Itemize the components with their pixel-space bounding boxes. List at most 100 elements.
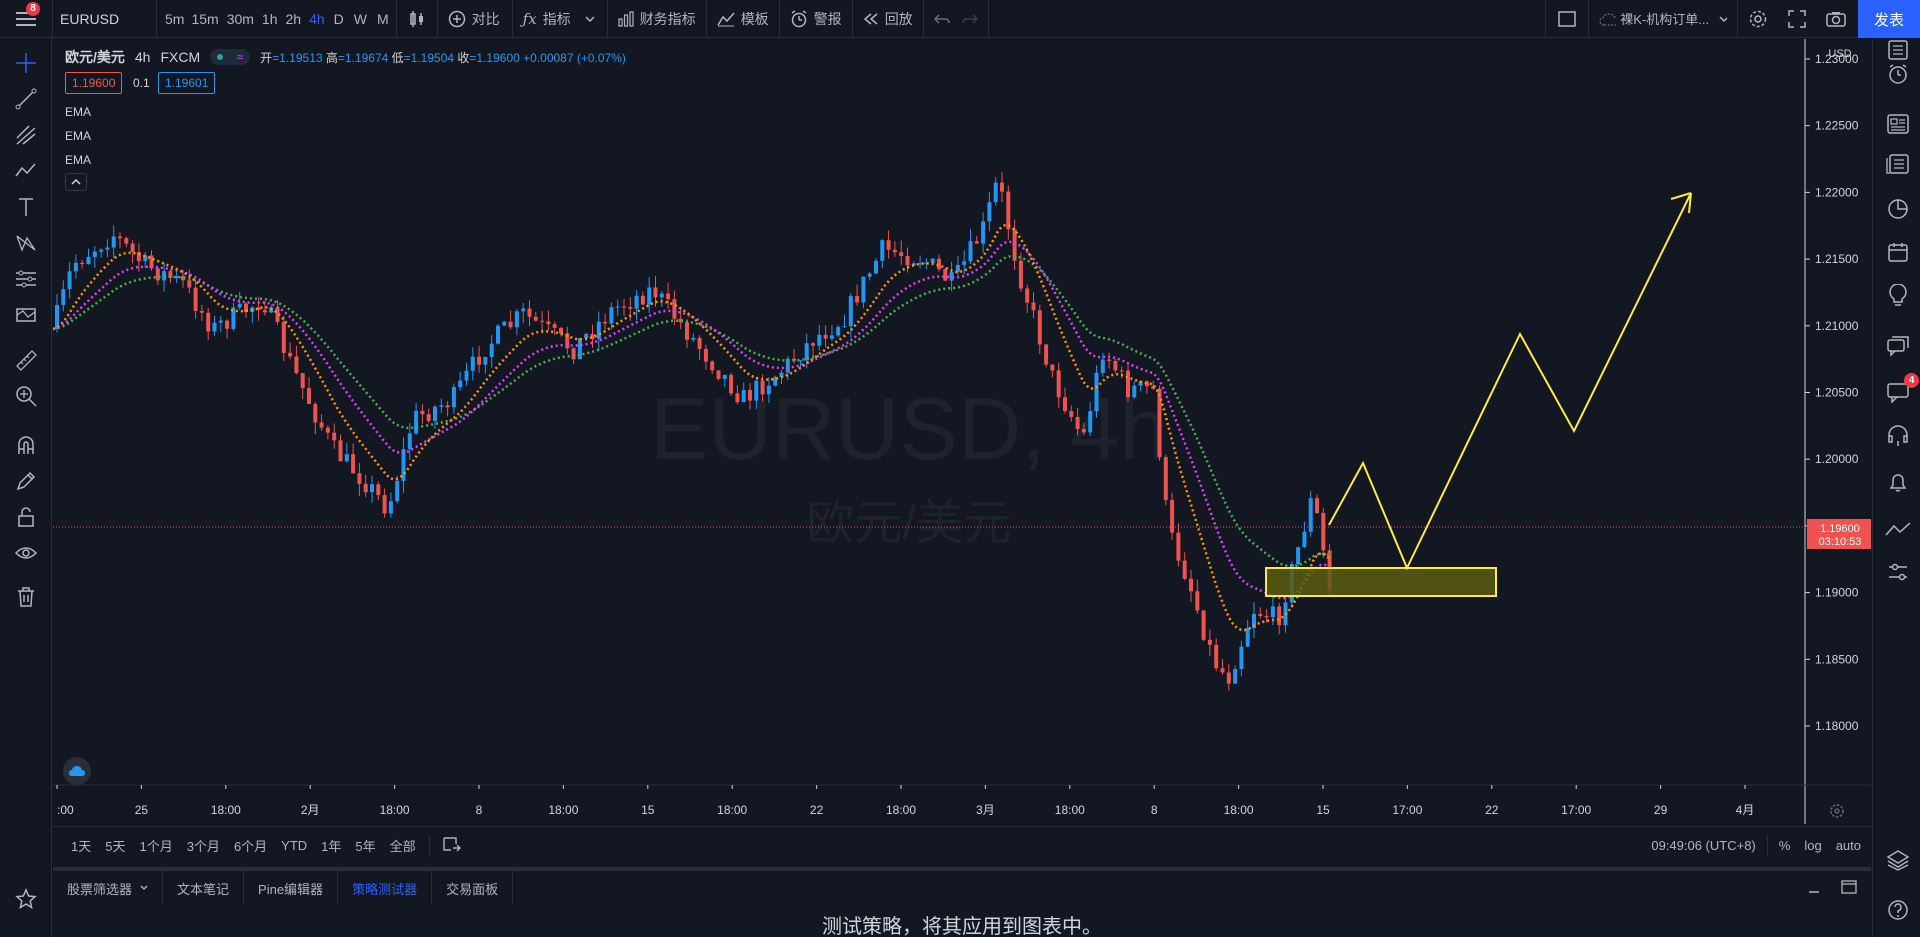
ema-legend-1[interactable]: EMA — [65, 105, 91, 119]
replay-button[interactable]: 回放 — [853, 0, 923, 38]
lock-drawings-tool[interactable] — [14, 505, 38, 529]
range-5y[interactable]: 5年 — [348, 836, 382, 855]
fib-tool[interactable] — [14, 123, 38, 147]
range-5d[interactable]: 5天 — [98, 836, 132, 855]
select-layout-button[interactable] — [1546, 0, 1588, 38]
stay-in-drawing-tool[interactable] — [14, 469, 38, 493]
tradingview-logo-button[interactable] — [63, 757, 91, 785]
eye-icon — [15, 547, 37, 559]
range-ytd[interactable]: YTD — [274, 838, 314, 853]
notifications-button[interactable] — [1885, 469, 1911, 495]
fullscreen-button[interactable] — [1778, 0, 1816, 38]
tab-pine-editor[interactable]: Pine编辑器 — [244, 871, 339, 905]
financials-button[interactable]: 财务指标 — [608, 0, 706, 38]
interval-2h[interactable]: 2h — [282, 0, 306, 38]
range-1y[interactable]: 1年 — [314, 836, 348, 855]
trading-button[interactable] — [1885, 517, 1911, 543]
tab-text-notes[interactable]: 文本笔记 — [163, 871, 245, 905]
market-status-pill[interactable]: ≈ — [210, 49, 251, 65]
interval-w[interactable]: W — [349, 0, 372, 38]
tab-stock-screener[interactable]: 股票筛选器 — [53, 871, 164, 905]
sell-price-button[interactable]: 1.19600 — [65, 72, 123, 94]
magnet-tool[interactable] — [14, 433, 38, 457]
zoom-tool[interactable] — [14, 384, 38, 408]
favorites-tool[interactable] — [14, 887, 38, 911]
calendar-button[interactable] — [1885, 239, 1911, 265]
hotlists-button[interactable] — [1885, 196, 1911, 222]
compare-button[interactable]: 对比 — [438, 0, 512, 38]
layout-name-dropdown[interactable]: 裸K-机构订单... — [1589, 0, 1737, 38]
symbol-search[interactable]: EURUSD — [53, 0, 156, 38]
help-button[interactable] — [1885, 423, 1911, 449]
trend-line-tool[interactable] — [14, 87, 38, 111]
news-button[interactable] — [1885, 151, 1911, 177]
maximize-panel-button[interactable] — [1831, 879, 1871, 897]
range-all[interactable]: 全部 — [383, 836, 423, 855]
indicators-button[interactable]: ƒx 指标 — [513, 0, 607, 38]
candle-body — [905, 256, 910, 266]
help-center-button[interactable] — [1885, 897, 1911, 923]
layers-button[interactable] — [1885, 847, 1911, 873]
candle-body — [1258, 613, 1263, 616]
tab-stock-screener-label: 股票筛选器 — [67, 881, 133, 897]
undo-button[interactable] — [924, 0, 958, 38]
alert-button[interactable]: 警报 — [780, 0, 852, 38]
time-axis-settings-button[interactable] — [1830, 804, 1844, 818]
chart-pane[interactable]: EURUSD, 4h 欧元/美元 1.23000 1.22500 1.22000 1.… — [53, 39, 1871, 824]
auto-scale-toggle[interactable]: auto — [1829, 838, 1871, 853]
projected-path-drawing[interactable] — [1328, 192, 1692, 571]
measure-tool[interactable] — [14, 348, 38, 372]
watchlist-button[interactable] — [1885, 37, 1911, 63]
interval-1h[interactable]: 1h — [258, 0, 282, 38]
range-3m[interactable]: 3个月 — [180, 836, 227, 855]
buy-price-button[interactable]: 1.19601 — [158, 72, 216, 94]
pitchfork-icon — [16, 125, 36, 145]
price-chart[interactable]: EURUSD, 4h 欧元/美元 1.230001.225001.220001.… — [53, 39, 1871, 824]
ema-legend-2[interactable]: EMA — [65, 129, 91, 143]
interval-15m[interactable]: 15m — [187, 0, 222, 38]
tab-strategy-tester[interactable]: 策略测试器 — [338, 871, 433, 905]
ema-legend-3[interactable]: EMA — [65, 153, 91, 167]
publish-button[interactable]: 发表 — [1858, 0, 1920, 38]
pattern-tool[interactable] — [14, 159, 38, 183]
chats-button[interactable]: 4 — [1885, 373, 1919, 405]
interval-5m[interactable]: 5m — [157, 0, 187, 38]
interval-4h[interactable]: 4h — [305, 0, 329, 38]
templates-button[interactable]: 模板 — [707, 0, 779, 38]
snapshot-button[interactable] — [1816, 0, 1856, 38]
goto-date-button[interactable] — [436, 836, 468, 855]
interval-d[interactable]: D — [329, 0, 349, 38]
crosshair-tool[interactable] — [14, 51, 38, 75]
icons-tool[interactable] — [14, 303, 38, 327]
collapse-legend-button[interactable] — [65, 173, 87, 191]
price-axis[interactable]: 1.230001.225001.220001.215001.210001.205… — [1805, 52, 1859, 733]
data-window-button[interactable] — [1885, 111, 1911, 137]
pattern-xabcd-tool[interactable] — [14, 231, 38, 255]
text-tool[interactable] — [14, 195, 38, 219]
range-1d[interactable]: 1天 — [53, 836, 98, 855]
remove-drawings-tool[interactable] — [14, 585, 38, 609]
hide-drawings-tool[interactable] — [14, 541, 38, 565]
time-tick-label: 17:00 — [1561, 803, 1591, 817]
main-menu-button[interactable]: 8 — [0, 0, 52, 38]
minimize-panel-button[interactable] — [1797, 880, 1831, 897]
range-6m[interactable]: 6个月 — [227, 836, 274, 855]
settings-button[interactable] — [1738, 0, 1778, 38]
interval-m[interactable]: M — [372, 0, 396, 38]
time-axis[interactable]: :00 25 18:00 2月 18:00 8 18:00 15 18:00 22 18:00 3月 1… — [56, 785, 1754, 817]
legend-title[interactable]: 欧元/美元 — [65, 47, 125, 67]
log-scale-toggle[interactable]: log — [1797, 838, 1828, 853]
streams-button[interactable] — [1885, 333, 1911, 359]
object-tree-button[interactable] — [1885, 559, 1911, 585]
alerts-panel-button[interactable] — [1885, 61, 1911, 87]
chart-type-button[interactable] — [397, 0, 437, 38]
tab-trading-panel[interactable]: 交易面板 — [432, 871, 514, 905]
prediction-tool[interactable] — [14, 267, 38, 291]
interval-30m[interactable]: 30m — [223, 0, 258, 38]
percent-scale-toggle[interactable]: % — [1772, 838, 1798, 853]
clock-timezone[interactable]: 09:49:06 (UTC+8) — [1644, 838, 1762, 853]
range-1m[interactable]: 1个月 — [132, 836, 179, 855]
ideas-button[interactable] — [1885, 282, 1911, 308]
redo-button[interactable] — [958, 0, 988, 38]
demand-zone-rectangle[interactable] — [1265, 567, 1497, 597]
